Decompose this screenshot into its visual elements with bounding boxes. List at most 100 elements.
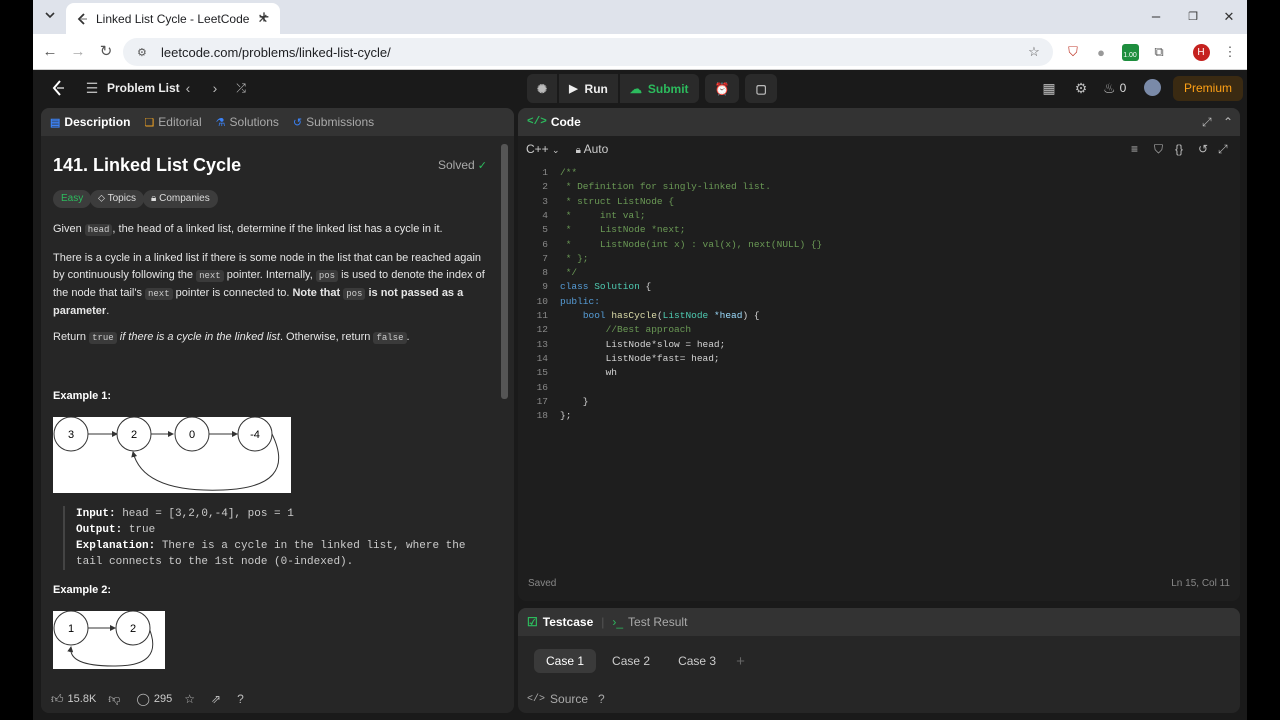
code-token: * ListNode *next; <box>560 224 686 236</box>
check-circle-icon: ✓ <box>477 160 487 172</box>
case-tab[interactable]: Case 3 <box>666 649 728 673</box>
topics-chip[interactable]: ⬦ Topics <box>90 190 144 208</box>
code-editor[interactable]: 1 /** 2 * Definition for singly-linked lis… <box>518 166 1240 566</box>
problem-list-icon[interactable]: ☰ <box>83 79 101 97</box>
code-token: class <box>560 281 595 293</box>
tab-submissions[interactable]: ↺ Submissions <box>293 115 374 129</box>
browser-tab-active[interactable]: Linked List Cycle - LeetCode ✕ <box>66 3 280 34</box>
history-icon: ↺ <box>292 116 303 129</box>
editor-status-bar: Saved Ln 15, Col 11 <box>518 578 1240 596</box>
prev-problem-icon[interactable]: ‹ <box>179 79 197 97</box>
fullscreen-icon[interactable]: ⤢ <box>1218 142 1228 157</box>
auto-mode-toggle[interactable]: 🔒︎ Auto <box>576 142 609 156</box>
tab-description[interactable]: ▤ Description <box>50 115 130 129</box>
case-tab[interactable]: Case 1 <box>534 649 597 673</box>
dislike-button[interactable]: 👎︎ <box>108 692 124 707</box>
example-1-diagram: 3 2 0 -4 <box>53 417 291 493</box>
editor-scrollbar[interactable] <box>1228 166 1236 566</box>
maximize-icon[interactable]: ⤢ <box>1202 115 1212 130</box>
site-info-icon[interactable]: ⚙ <box>137 46 151 59</box>
help-icon[interactable]: ? <box>598 692 605 706</box>
reload-icon[interactable]: ↻ <box>97 43 115 61</box>
browser-menu-icon[interactable]: ⋮ <box>1221 43 1239 61</box>
code-line: public: <box>560 295 600 309</box>
bookmark-star-icon[interactable]: ☆ <box>1025 43 1043 61</box>
lock-icon: 🔒︎ <box>151 193 160 204</box>
pocket-extension-icon[interactable]: ⛉ <box>1064 43 1082 61</box>
user-avatar[interactable] <box>1143 79 1161 97</box>
difficulty-badge[interactable]: Easy <box>53 190 92 208</box>
braces-icon[interactable]: {} <box>1175 142 1183 156</box>
line-number: 11 <box>536 310 548 321</box>
settings-gear-icon[interactable]: ⚙ <box>1072 79 1090 97</box>
timer-button[interactable]: ⏰ <box>704 74 740 103</box>
language-select[interactable]: C++ ⌄ <box>526 142 560 156</box>
code-line: * ListNode *next; <box>560 223 686 237</box>
problem-paragraph-1: Given head, the head of a linked list, d… <box>53 223 443 236</box>
streak-counter[interactable]: ♨ 0 <box>1103 79 1126 97</box>
next-problem-icon[interactable]: › <box>206 79 224 97</box>
premium-button[interactable]: Premium <box>1173 76 1244 101</box>
close-window-icon[interactable]: ✕ <box>1220 8 1238 26</box>
code-brackets-icon: </> <box>527 116 547 128</box>
layout-grid-icon[interactable]: ▦ <box>1040 79 1058 97</box>
minimize-icon[interactable]: – <box>1147 8 1165 26</box>
note-icon: ▢ <box>755 81 767 96</box>
companies-chip[interactable]: 🔒︎ Companies <box>143 190 218 208</box>
description-content: 141. Linked List Cycle Solved ✓ Easy ⬦ To… <box>41 136 504 676</box>
node-label: 0 <box>189 429 195 441</box>
add-case-icon[interactable]: + <box>732 653 749 670</box>
back-icon[interactable]: ← <box>41 43 59 61</box>
notes-button[interactable]: ▢ <box>745 74 777 103</box>
code-token: { <box>639 281 652 293</box>
example-1-io: Input: head = [3,2,0,-4], pos = 1 Output… <box>63 506 483 570</box>
help-button[interactable]: ? <box>237 692 248 706</box>
extension-badge-icon[interactable]: 1.00 <box>1121 43 1139 61</box>
source-button[interactable]: </> Source <box>527 692 588 706</box>
code-line: }; <box>560 409 571 423</box>
new-tab-icon[interactable]: + <box>255 8 273 26</box>
code-token: * Definition for singly-linked list. <box>560 181 771 193</box>
like-button[interactable]: 👍︎ 15.8K <box>51 692 96 707</box>
share-button[interactable]: ⇗ <box>211 692 225 706</box>
bookmark-icon[interactable]: ⛉ <box>1154 142 1163 157</box>
profile-avatar[interactable]: H <box>1192 43 1210 61</box>
extension-circle-icon[interactable]: ● <box>1092 43 1110 61</box>
problem-list-link[interactable]: Problem List <box>107 81 180 95</box>
code-line: */ <box>560 266 577 280</box>
extensions-puzzle-icon[interactable]: ⧉ <box>1150 43 1168 61</box>
cursor-position: Ln 15, Col 11 <box>1171 578 1230 589</box>
tab-solutions[interactable]: ⚗ Solutions <box>216 115 279 129</box>
tab-editorial[interactable]: ❏ Editorial <box>144 115 201 129</box>
format-icon[interactable]: ≡ <box>1131 142 1138 156</box>
forward-icon[interactable]: → <box>69 43 87 61</box>
case-tab[interactable]: Case 2 <box>600 649 662 673</box>
reset-icon[interactable]: ↺ <box>1198 142 1208 156</box>
submit-button[interactable]: ☁ Submit <box>619 74 699 103</box>
save-status: Saved <box>528 578 557 589</box>
debug-button[interactable]: ✺ <box>527 74 558 103</box>
url-bar[interactable]: ⚙ leetcode.com/problems/linked-list-cycl… <box>123 38 1053 66</box>
comments-button[interactable]: ◯ 295 <box>136 692 172 706</box>
shuffle-icon[interactable]: ⤮ <box>232 79 250 97</box>
restore-icon[interactable]: ❐ <box>1184 8 1202 26</box>
code-token: *head <box>713 310 743 321</box>
leetcode-logo-icon[interactable] <box>49 79 67 97</box>
terminal-icon: ›_ <box>612 615 624 629</box>
code-line: * }; <box>560 252 589 266</box>
tab-test-result[interactable]: ›_ Test Result <box>612 615 687 629</box>
example-2-diagram: 1 2 <box>53 611 165 669</box>
tab-search-icon[interactable] <box>41 8 59 26</box>
favorite-button[interactable]: ☆ <box>184 692 199 706</box>
scrollbar-thumb[interactable] <box>501 144 508 399</box>
description-scrollbar[interactable] <box>500 136 509 685</box>
code-token: /** <box>560 167 578 178</box>
run-button[interactable]: ▶ Run <box>559 74 618 103</box>
problem-title: 141. Linked List Cycle <box>53 155 242 175</box>
testcase-footer: </> Source ? <box>527 692 605 706</box>
tab-testcase[interactable]: ☑ Testcase <box>527 615 593 629</box>
line-number: 17 <box>536 395 548 407</box>
thumbs-up-icon: 👍︎ <box>51 691 64 706</box>
url-text: leetcode.com/problems/linked-list-cycle/ <box>161 44 391 60</box>
collapse-icon[interactable]: ⌃ <box>1223 115 1233 129</box>
